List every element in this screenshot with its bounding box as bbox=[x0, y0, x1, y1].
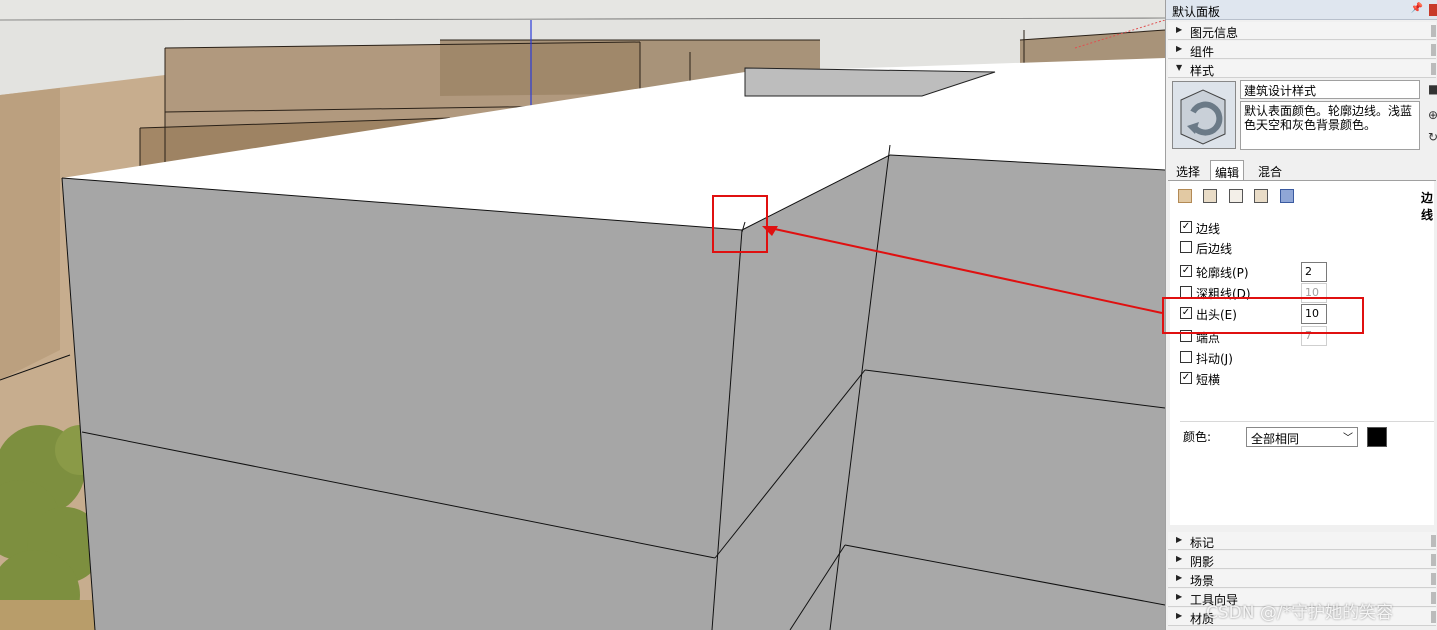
checkbox-unchecked[interactable] bbox=[1180, 241, 1192, 253]
tray-scroll-handle bbox=[1431, 535, 1436, 547]
checkbox-unchecked[interactable] bbox=[1180, 351, 1192, 363]
tray-tags[interactable]: ▶ 标记 bbox=[1168, 532, 1436, 550]
tab-select[interactable]: 选择 bbox=[1172, 160, 1204, 180]
expand-arrow-icon: ▶ bbox=[1176, 592, 1183, 601]
option-label: 后边线 bbox=[1196, 242, 1233, 256]
tray-label: 标记 bbox=[1190, 536, 1215, 550]
checkbox-checked[interactable]: ✓ bbox=[1180, 265, 1192, 277]
tab-mix[interactable]: 混合 bbox=[1254, 160, 1286, 180]
tray-label: 阴影 bbox=[1190, 555, 1215, 569]
refresh-icon[interactable]: ↻ bbox=[1428, 130, 1437, 144]
tray-scroll-handle bbox=[1431, 44, 1436, 56]
model-view bbox=[0, 0, 1165, 630]
face-settings-icon[interactable] bbox=[1203, 189, 1217, 203]
tray-styles[interactable]: ▼ 样式 bbox=[1168, 60, 1436, 78]
tray-scroll-handle bbox=[1431, 63, 1436, 75]
tray-label: 场景 bbox=[1190, 574, 1215, 588]
expand-arrow-icon: ▶ bbox=[1176, 554, 1183, 563]
expand-arrow-icon: ▶ bbox=[1176, 535, 1183, 544]
sample-paint-icon[interactable]: ⊕ bbox=[1428, 108, 1437, 122]
expand-arrow-icon: ▶ bbox=[1176, 573, 1183, 582]
edit-section-header: 边线 bbox=[1421, 191, 1434, 222]
tray-scenes[interactable]: ▶ 场景 bbox=[1168, 570, 1436, 588]
style-name-field[interactable]: 建筑设计样式 bbox=[1240, 80, 1420, 99]
tray-entity-info[interactable]: ▶ 图元信息 bbox=[1168, 22, 1436, 40]
watermark: CSDN @/*守护她的笑容 bbox=[1206, 603, 1394, 623]
option-label: 轮廓线(P) bbox=[1196, 266, 1249, 280]
tray-scroll-handle bbox=[1431, 573, 1436, 585]
collapse-arrow-icon: ▼ bbox=[1176, 63, 1183, 72]
watermark-settings-icon[interactable] bbox=[1254, 189, 1268, 203]
tab-edit[interactable]: 编辑 bbox=[1210, 160, 1245, 180]
checkbox-checked[interactable]: ✓ bbox=[1180, 372, 1192, 384]
background-settings-icon[interactable] bbox=[1229, 189, 1243, 203]
expand-arrow-icon: ▶ bbox=[1176, 44, 1183, 53]
edge-settings-icon[interactable] bbox=[1178, 189, 1192, 203]
color-swatch[interactable] bbox=[1367, 427, 1387, 447]
tray-scroll-handle bbox=[1431, 611, 1436, 623]
tray-label: 组件 bbox=[1190, 45, 1215, 59]
pin-icon[interactable]: 📌 bbox=[1411, 3, 1423, 14]
color-mode-select[interactable]: 全部相同 ﹀ bbox=[1246, 427, 1358, 447]
checkbox-checked[interactable]: ✓ bbox=[1180, 221, 1192, 233]
tray-label: 样式 bbox=[1190, 64, 1215, 78]
tray-components[interactable]: ▶ 组件 bbox=[1168, 41, 1436, 59]
tray-scroll-handle bbox=[1431, 592, 1436, 604]
3d-viewport[interactable] bbox=[0, 0, 1165, 630]
tray-label: 图元信息 bbox=[1190, 26, 1239, 40]
option-label: 边线 bbox=[1196, 222, 1221, 236]
style-description-field[interactable]: 默认表面颜色。轮廓边线。浅蓝色天空和灰色背景颜色。 bbox=[1240, 101, 1420, 150]
close-icon[interactable] bbox=[1429, 4, 1437, 16]
option-label: 抖动(J) bbox=[1196, 352, 1233, 366]
tray-shadows[interactable]: ▶ 阴影 bbox=[1168, 551, 1436, 569]
panel-title: 默认面板 bbox=[1172, 5, 1221, 19]
chevron-down-icon: ﹀ bbox=[1343, 433, 1353, 444]
divider bbox=[1180, 421, 1434, 422]
tray-scroll-handle bbox=[1431, 25, 1436, 37]
modeling-settings-icon[interactable] bbox=[1280, 189, 1294, 203]
profiles-width-input[interactable]: 2 bbox=[1301, 262, 1327, 282]
expand-arrow-icon: ▶ bbox=[1176, 25, 1183, 34]
color-mode-value: 全部相同 bbox=[1251, 432, 1300, 446]
panel-titlebar: 默认面板 📌 bbox=[1166, 0, 1437, 20]
color-label: 颜色: bbox=[1183, 430, 1212, 444]
style-thumbnail[interactable] bbox=[1172, 81, 1236, 149]
expand-arrow-icon: ▶ bbox=[1176, 611, 1183, 620]
update-style-icon[interactable]: ■ bbox=[1428, 82, 1437, 96]
annotation-box-extension bbox=[1162, 297, 1364, 334]
option-label: 短横 bbox=[1196, 373, 1221, 387]
tray-scroll-handle bbox=[1431, 554, 1436, 566]
